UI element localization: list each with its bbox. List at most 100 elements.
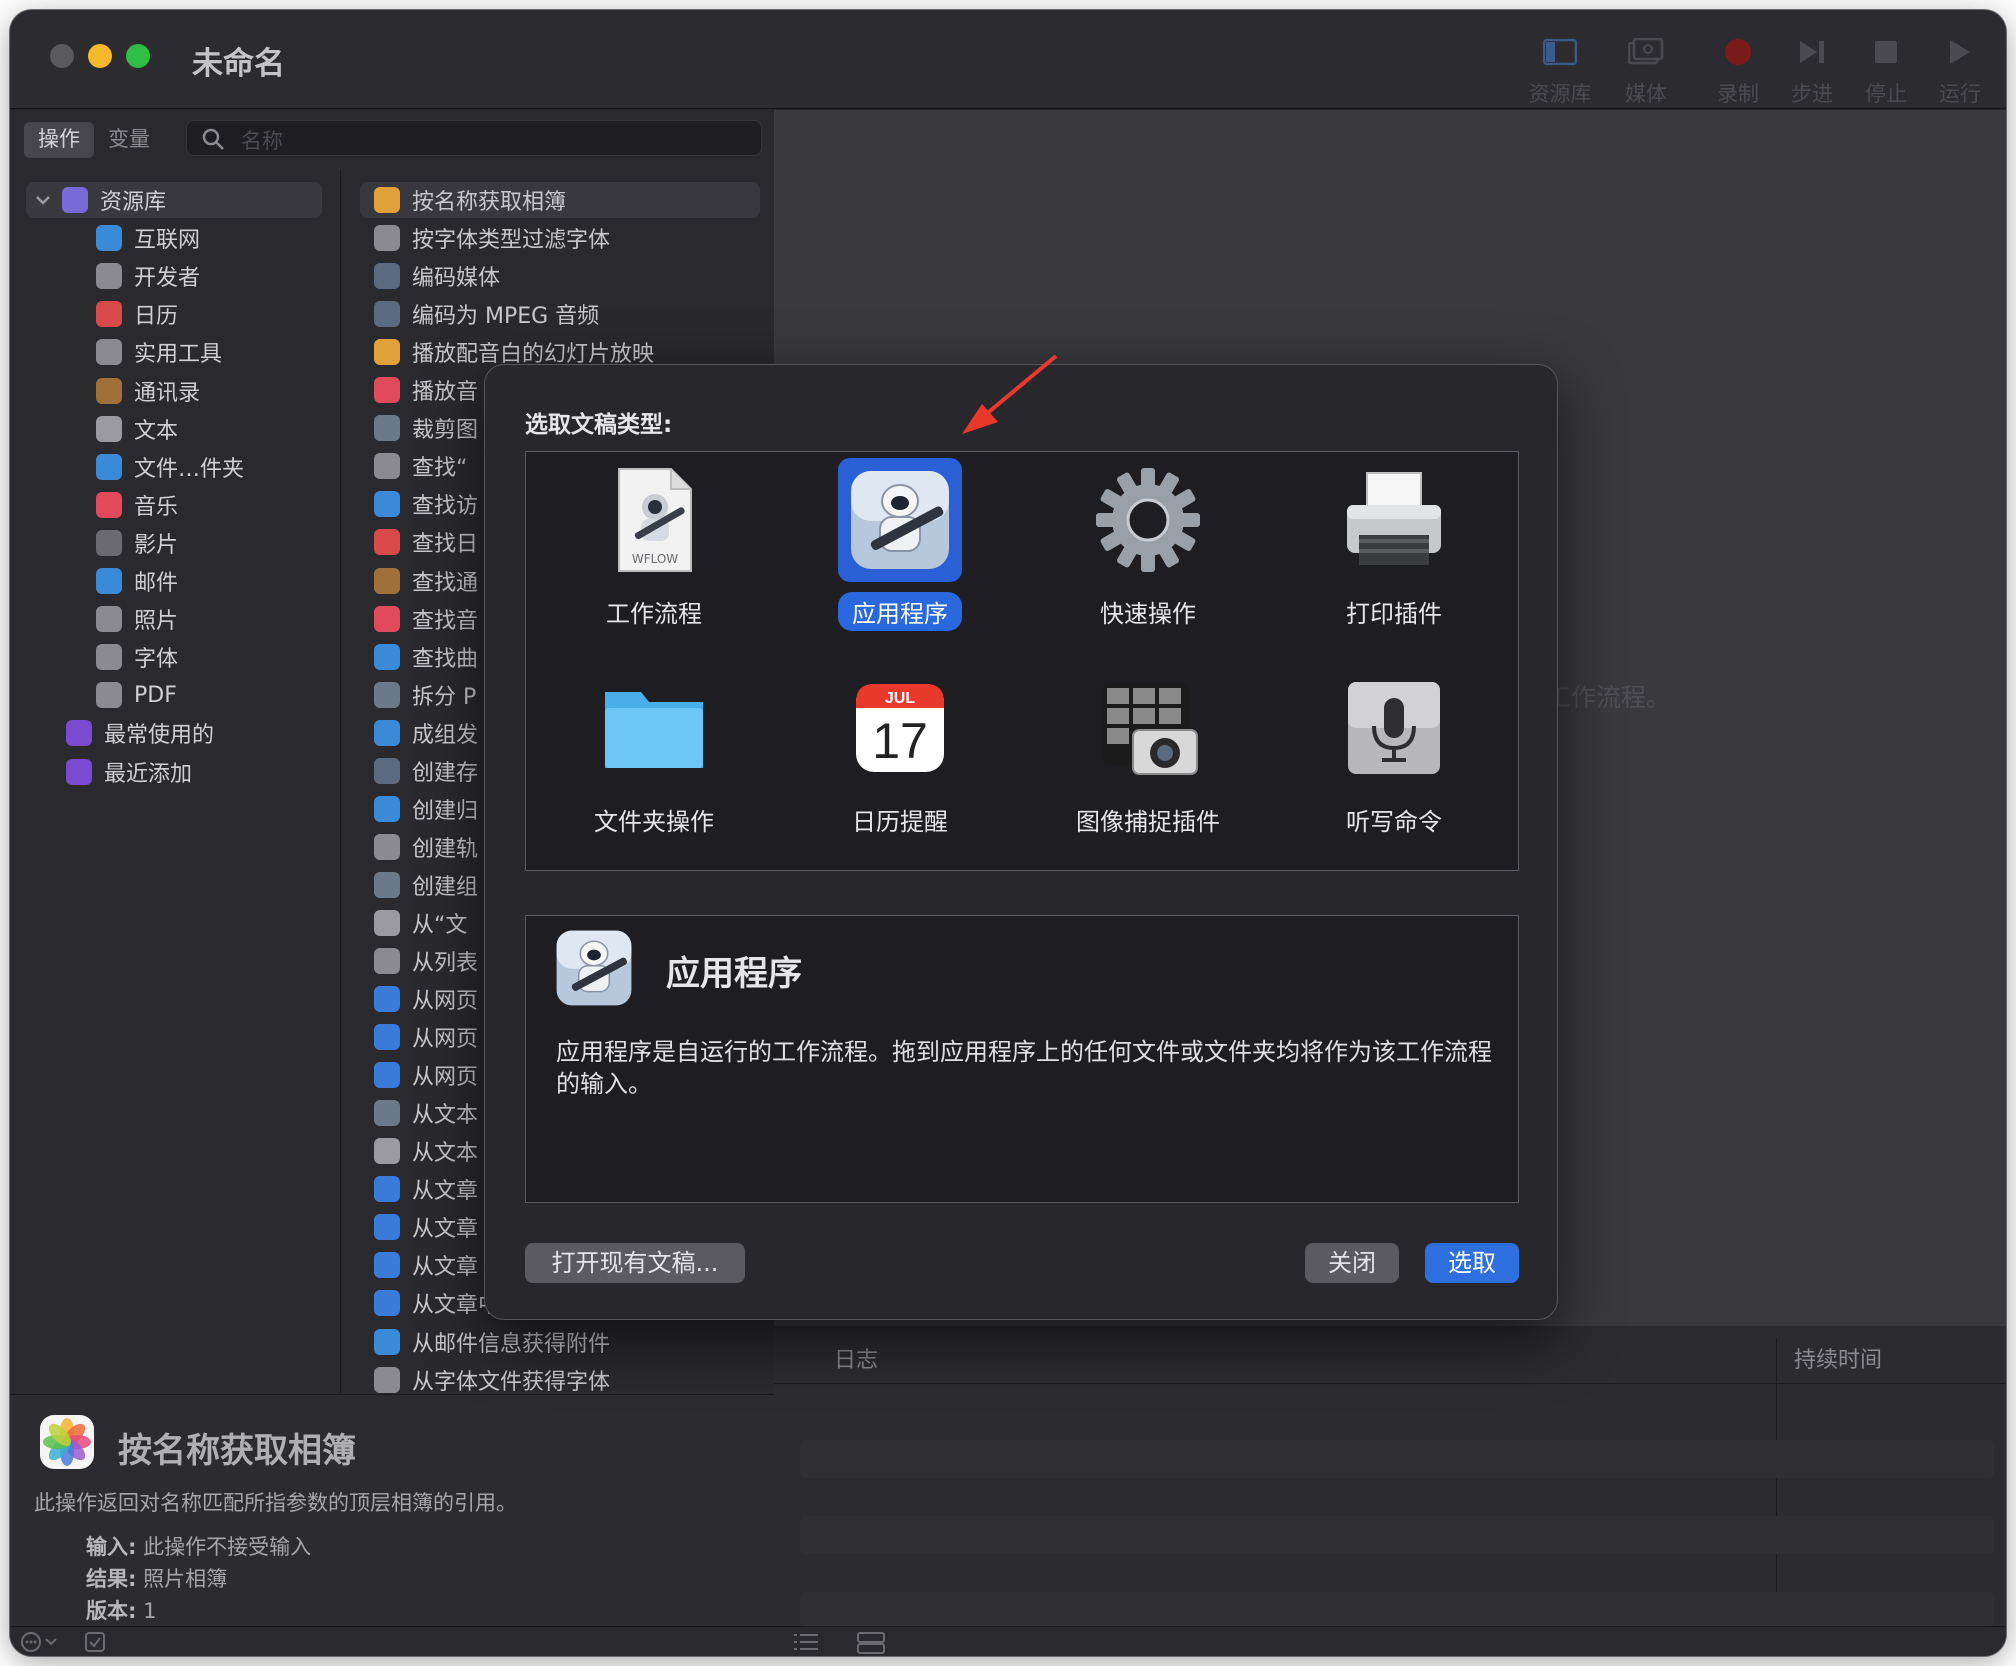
- list-view-icon[interactable]: [792, 1631, 820, 1653]
- type-workflow[interactable]: WFLOW 工作流程: [564, 458, 744, 638]
- action-list-item[interactable]: 从网页: [374, 981, 478, 1017]
- action-label: 查找音: [412, 608, 479, 634]
- action-list-item[interactable]: 创建轨: [374, 829, 478, 865]
- action-list-item[interactable]: 拆分 P: [374, 677, 476, 713]
- action-list-item[interactable]: 从文章: [374, 1171, 478, 1207]
- split-view-icon[interactable]: [856, 1631, 886, 1655]
- bottom-bar: [10, 1626, 2006, 1656]
- sidebar-item-category[interactable]: 影片: [96, 525, 178, 561]
- chevron-down-icon[interactable]: [34, 191, 52, 209]
- close-window-button[interactable]: [50, 44, 74, 68]
- toolbar-run-button[interactable]: 运行: [1922, 30, 1998, 108]
- action-list-item[interactable]: 查找访: [374, 486, 478, 522]
- action-list-item[interactable]: 从网页: [374, 1019, 478, 1055]
- action-list-item[interactable]: 创建组: [374, 867, 478, 903]
- action-list-item[interactable]: 创建归: [374, 791, 478, 827]
- action-list-item[interactable]: 按字体类型过滤字体: [374, 220, 610, 256]
- sidebar-item-category[interactable]: 字体: [96, 639, 178, 675]
- action-icon: [374, 605, 400, 632]
- toolbar-step-button[interactable]: 步进: [1774, 30, 1850, 108]
- search-field[interactable]: 名称: [186, 120, 762, 156]
- duration-column-header[interactable]: 持续时间: [1794, 1342, 1882, 1374]
- sidebar-item-label: 照片: [134, 609, 179, 635]
- close-button[interactable]: 关闭: [1305, 1243, 1399, 1283]
- action-list-item[interactable]: 从文章: [374, 1247, 478, 1283]
- action-list-item[interactable]: 编码为 MPEG 音频: [374, 296, 599, 332]
- type-folder-action[interactable]: 文件夹操作: [564, 666, 744, 846]
- type-calendar-alarm[interactable]: JUL 17 日历提醒: [810, 666, 990, 846]
- type-dictation-command[interactable]: 听写命令: [1304, 666, 1484, 846]
- open-existing-document-button[interactable]: 打开现有文稿...: [525, 1243, 745, 1283]
- automator-window: 未命名 资源库 媒体 录制 步进 停止 运行 操作 变量 名称 资源库 互联网 …: [10, 10, 2006, 1656]
- action-list-item[interactable]: 从字体文件获得字体: [374, 1362, 610, 1398]
- action-list-item[interactable]: 从文章: [374, 1209, 478, 1245]
- wflow-badge: WFLOW: [632, 552, 678, 566]
- action-list-item[interactable]: 查找音: [374, 601, 478, 637]
- log-column-header[interactable]: 日志: [834, 1342, 878, 1374]
- sidebar-item-category[interactable]: PDF: [96, 677, 177, 713]
- action-list-item[interactable]: 从文本: [374, 1133, 478, 1169]
- action-list-item[interactable]: 从文本: [374, 1095, 478, 1131]
- action-list-item[interactable]: 查找通: [374, 563, 478, 599]
- action-list-item[interactable]: 成组发: [374, 715, 478, 751]
- action-list-item[interactable]: 从邮件信息获得附件: [374, 1324, 610, 1360]
- type-application-label: 应用程序: [838, 592, 962, 631]
- action-label: 从网页: [412, 989, 479, 1015]
- toolbar-library-button[interactable]: 资源库: [1522, 30, 1598, 108]
- toolbar-media-button[interactable]: 媒体: [1608, 30, 1684, 108]
- sidebar-item-label: 影片: [134, 532, 179, 558]
- contacts-icon: [96, 377, 122, 404]
- action-list-item[interactable]: 编码媒体: [374, 258, 500, 294]
- finder-icon: [96, 453, 122, 480]
- zoom-window-button[interactable]: [126, 44, 150, 68]
- action-label: 创建存: [412, 760, 479, 786]
- toolbar-record-button[interactable]: 录制: [1700, 30, 1776, 108]
- type-image-capture-plugin[interactable]: 图像捕捉插件: [1058, 666, 1238, 846]
- action-list-item[interactable]: 从列表: [374, 943, 478, 979]
- sidebar-item-category[interactable]: 邮件: [96, 563, 178, 599]
- sidebar-item-label: 字体: [134, 647, 179, 673]
- action-menu-icon[interactable]: [20, 1631, 70, 1653]
- sidebar-item-category[interactable]: 开发者: [96, 258, 200, 294]
- log-column-divider: [1776, 1338, 1777, 1626]
- action-list-item[interactable]: 播放音: [374, 372, 478, 408]
- toolbar-stop-button[interactable]: 停止: [1848, 30, 1924, 108]
- tab-actions[interactable]: 操作: [24, 122, 94, 158]
- sidebar-item-category[interactable]: 通讯录: [96, 373, 200, 409]
- sidebar-item-category[interactable]: 互联网: [96, 220, 200, 256]
- sidebar-item-library[interactable]: 资源库: [26, 182, 322, 218]
- sidebar-item-category[interactable]: 照片: [96, 601, 178, 637]
- action-list-item[interactable]: 查找日: [374, 524, 478, 560]
- sidebar-item-category[interactable]: 文件…件夹: [96, 449, 244, 485]
- toolbar-stop-label: 停止: [1865, 82, 1907, 106]
- action-label: 从文章: [412, 1255, 479, 1281]
- tab-variables[interactable]: 变量: [94, 122, 164, 158]
- sidebar-item-category[interactable]: 最常使用的: [66, 715, 214, 751]
- step-icon: [1774, 30, 1850, 74]
- action-list-item[interactable]: 按名称获取相簿: [360, 182, 760, 218]
- type-print-plugin[interactable]: 打印插件: [1304, 458, 1484, 638]
- action-label: 编码媒体: [412, 266, 501, 292]
- sidebar-item-category[interactable]: 日历: [96, 296, 178, 332]
- action-list-item[interactable]: 查找曲: [374, 639, 478, 675]
- action-list-item[interactable]: 裁剪图: [374, 410, 478, 446]
- action-icon: [374, 871, 400, 898]
- sidebar-item-label: 实用工具: [134, 342, 223, 368]
- type-quick-action[interactable]: 快速操作: [1058, 458, 1238, 638]
- sidebar-item-category[interactable]: 音乐: [96, 487, 178, 523]
- minimize-window-button[interactable]: [88, 44, 112, 68]
- action-list-item[interactable]: 创建存: [374, 753, 478, 789]
- type-application[interactable]: 应用程序: [810, 458, 990, 638]
- action-label: 裁剪图: [412, 418, 479, 444]
- sidebar-item-category[interactable]: 最近添加: [66, 754, 192, 790]
- checkbox-icon[interactable]: [84, 1631, 106, 1653]
- action-list-item[interactable]: 查找“: [374, 448, 467, 484]
- pdf-icon: [96, 682, 122, 709]
- choose-button[interactable]: 选取: [1425, 1243, 1519, 1283]
- sidebar-item-category[interactable]: 文本: [96, 411, 178, 447]
- column-divider: [340, 170, 341, 1394]
- window-title: 未命名: [192, 46, 285, 82]
- action-list-item[interactable]: 从网页: [374, 1057, 478, 1093]
- action-list-item[interactable]: 从“文: [374, 905, 467, 941]
- sidebar-item-category[interactable]: 实用工具: [96, 334, 222, 370]
